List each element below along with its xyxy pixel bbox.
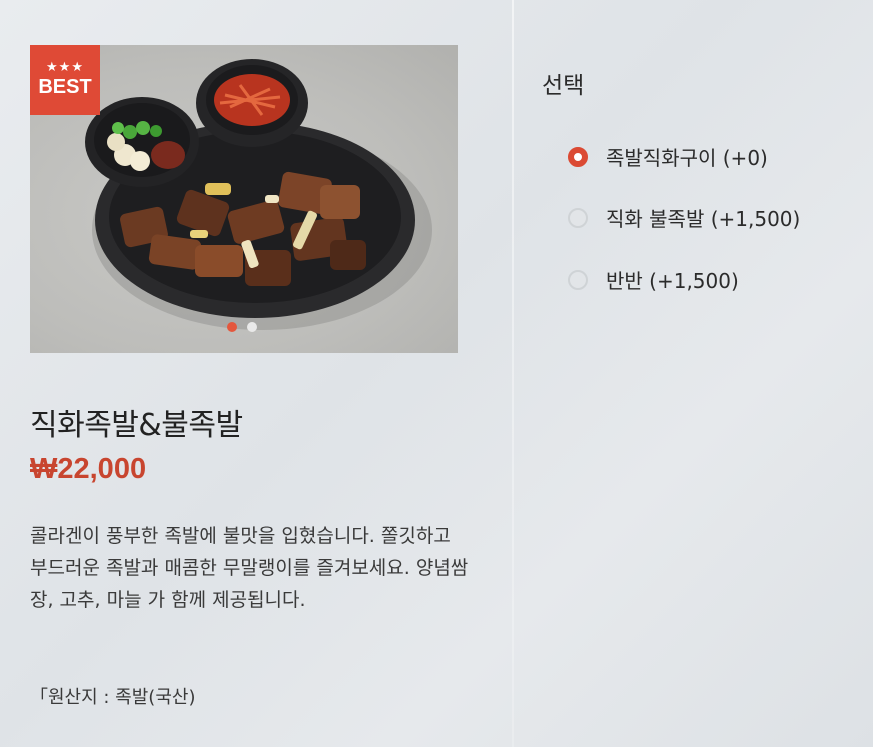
options-title: 선택 [542,73,585,99]
product-price: ₩22,000 [30,453,147,485]
radio-unselected-icon[interactable] [568,269,588,290]
radio-selected-icon[interactable] [568,146,588,167]
option-label: 반반 (+1,500) [606,269,739,293]
option-3[interactable]: 반반 (+1,500) [568,265,739,294]
product-description: 콜라겐이 풍부한 족발에 불맛을 입혔습니다. 쫄깃하고 부드러운 족발과 매콤… [30,525,469,611]
product-title: 직화족발&불족발 [30,408,243,443]
carousel-dot-1[interactable] [227,322,237,332]
origin-info: 「원산지 : 족발(국산) [30,687,196,708]
option-2[interactable]: 직화 불족발 (+1,500) [568,203,800,232]
option-label: 직화 불족발 (+1,500) [606,207,801,231]
badge-stars: ★★★ [46,60,84,75]
option-label: 족발직화구이 (+0) [606,146,768,170]
product-image-gallery[interactable]: ★★★ BEST [30,45,458,353]
radio-unselected-icon[interactable] [568,207,588,228]
panel-divider [512,0,514,747]
best-badge: ★★★ BEST [30,45,100,115]
carousel-dots [227,322,257,332]
option-1[interactable]: 족발직화구이 (+0) [568,142,768,171]
badge-label: BEST [38,76,92,98]
carousel-dot-2[interactable] [247,322,257,332]
